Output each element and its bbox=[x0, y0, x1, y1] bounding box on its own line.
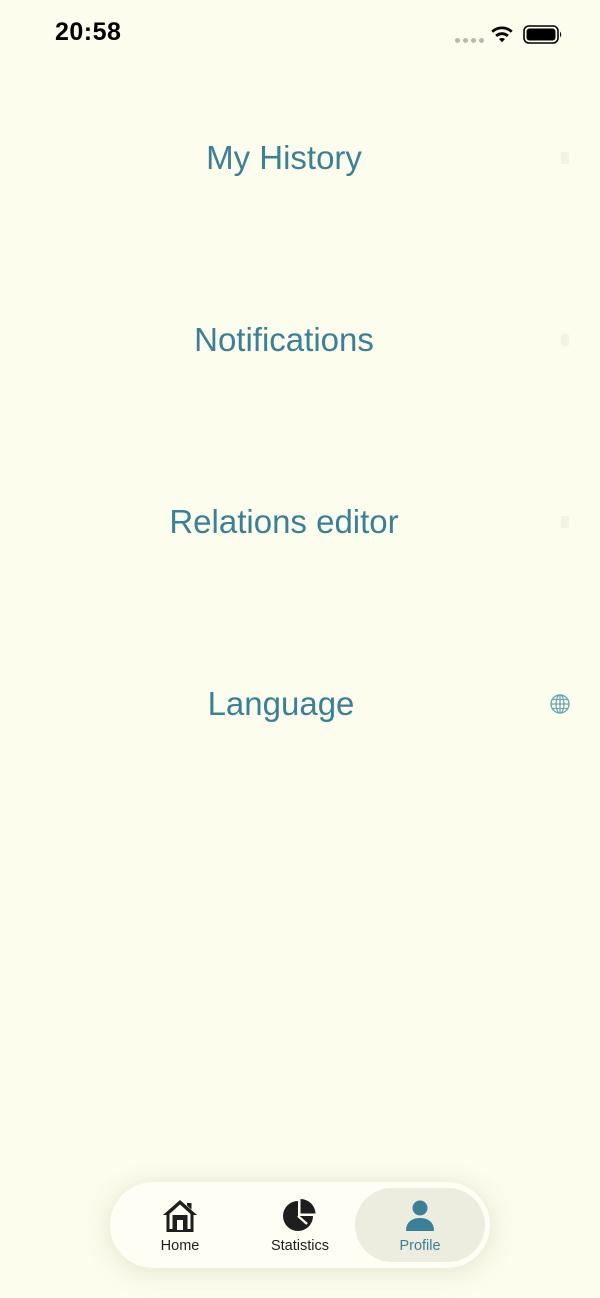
tab-profile[interactable]: Profile bbox=[355, 1188, 485, 1262]
bottom-navigation-bar: Home Statistics Profile bbox=[110, 1182, 490, 1268]
menu-item-notifications[interactable]: Notifications bbox=[0, 290, 600, 390]
menu-item-label: Relations editor bbox=[169, 503, 399, 540]
pie-chart-icon bbox=[283, 1199, 316, 1231]
chevron-right-icon bbox=[561, 516, 569, 528]
wifi-icon bbox=[491, 26, 513, 43]
menu-item-label: My History bbox=[206, 139, 362, 176]
menu-item-label: Language bbox=[207, 685, 355, 722]
person-icon bbox=[406, 1200, 434, 1231]
globe-icon bbox=[550, 694, 570, 714]
tab-profile-label: Profile bbox=[399, 1238, 441, 1254]
tab-statistics[interactable]: Statistics bbox=[235, 1188, 365, 1262]
home-icon bbox=[163, 1200, 197, 1232]
tab-statistics-label: Statistics bbox=[270, 1238, 329, 1254]
status-bar: 20:58 bbox=[0, 0, 600, 70]
chevron-right-icon bbox=[561, 152, 569, 164]
tab-home-label: Home bbox=[160, 1238, 200, 1254]
menu-item-label: Notifications bbox=[194, 321, 374, 358]
signal-dots-icon bbox=[455, 38, 484, 43]
menu-item-relations-editor[interactable]: Relations editor bbox=[0, 472, 600, 572]
tab-home[interactable]: Home bbox=[115, 1188, 245, 1262]
status-time: 20:58 bbox=[55, 18, 122, 46]
menu-item-language[interactable]: Language bbox=[0, 654, 600, 754]
chevron-right-icon bbox=[561, 334, 569, 346]
battery-icon bbox=[523, 25, 562, 44]
menu-item-my-history[interactable]: My History bbox=[0, 108, 600, 208]
